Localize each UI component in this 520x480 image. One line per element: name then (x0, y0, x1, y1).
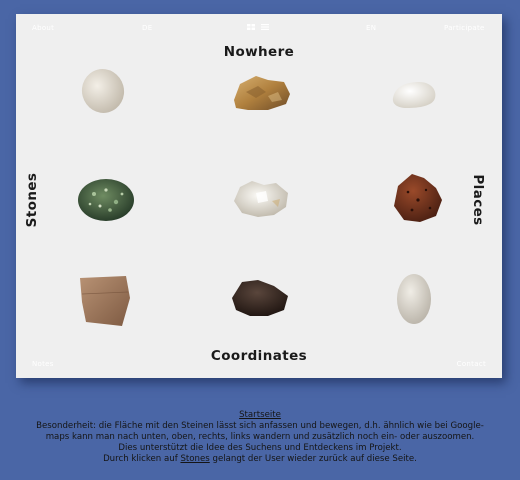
title-coordinates[interactable]: Coordinates (16, 348, 502, 364)
lang-de[interactable]: DE (142, 24, 152, 32)
grid-view-icon[interactable] (247, 24, 255, 30)
title-places[interactable]: Places (470, 174, 486, 225)
stones-canvas[interactable]: About DE EN Participate Nowhere Stones P… (16, 14, 502, 378)
stone-red-lava[interactable] (388, 170, 446, 226)
nav-participate[interactable]: Participate (444, 24, 485, 32)
stone-brown-flat[interactable] (76, 272, 132, 330)
list-view-icon[interactable] (261, 24, 269, 30)
lang-en[interactable]: EN (366, 24, 376, 32)
title-nowhere[interactable]: Nowhere (16, 44, 502, 60)
caption-line-1: Besonderheit: die Fläche mit den Steinen… (36, 421, 484, 431)
stones-link[interactable]: Stones (180, 454, 209, 464)
stone-green-speckled[interactable] (76, 176, 136, 224)
caption-line-4: Durch klicken auf Stones gelangt der Use… (0, 454, 520, 465)
nav-about[interactable]: About (32, 24, 54, 32)
stone-grey-oval[interactable] (394, 272, 434, 326)
nav-notes[interactable]: Notes (32, 360, 54, 368)
stone-dark-coal[interactable] (228, 276, 292, 320)
stone-cream-pebble[interactable] (78, 66, 128, 116)
caption-heading: Startseite (239, 410, 281, 420)
caption-line-4-pre: Durch klicken auf (103, 454, 181, 464)
nav-contact[interactable]: Contact (457, 360, 486, 368)
caption: Startseite Besonderheit: die Fläche mit … (0, 410, 520, 465)
stone-ochre-rough[interactable] (228, 70, 294, 114)
caption-line-2: maps kann man nach unten, oben, rechts, … (45, 432, 475, 442)
stone-white-quartz[interactable] (230, 177, 292, 221)
caption-line-3: Dies unterstützt die Idee des Suchens un… (118, 443, 402, 453)
caption-line-4-post: gelangt der User wieder zurück auf diese… (209, 454, 417, 464)
title-stones[interactable]: Stones (24, 173, 40, 228)
stone-white-small[interactable] (389, 76, 439, 112)
